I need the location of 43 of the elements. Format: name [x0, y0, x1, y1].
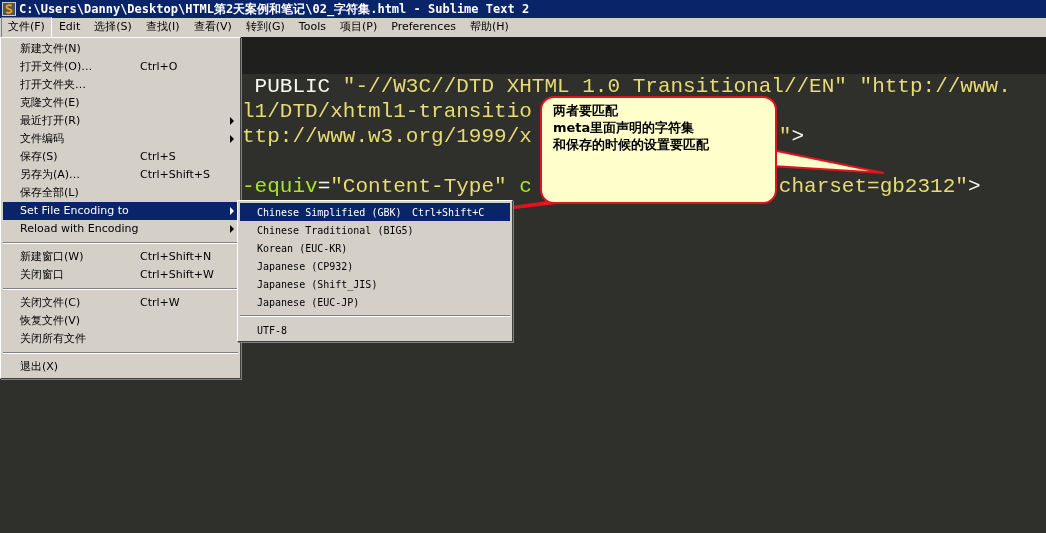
code-text: ttp://www.w3.org/1999/x: [242, 125, 532, 148]
window-title: C:\Users\Danny\Desktop\HTML第2天案例和笔记\02_字符集.html - Sublime Text 2: [19, 1, 530, 18]
menu-item[interactable]: Japanese (CP932): [240, 257, 510, 275]
menu-item[interactable]: 保存全部(L): [3, 184, 238, 202]
menu-item[interactable]: Korean (EUC-KR): [240, 239, 510, 257]
menu-item[interactable]: 关闭所有文件: [3, 330, 238, 348]
menu-item[interactable]: 关闭窗口 Ctrl+Shift+W: [3, 266, 238, 284]
menu-item[interactable]: 关闭文件(C) Ctrl+W: [3, 294, 238, 312]
menu-item[interactable]: 新建文件(N): [3, 40, 238, 58]
code-text: PUBLIC "-//W3C//DTD XHTML 1.0 Transitional//EN" "http://www.: [253, 74, 1011, 99]
menu-item[interactable]: 选择(S): [87, 17, 139, 38]
menu-item[interactable]: 帮助(H): [462, 17, 516, 38]
menu-item[interactable]: 项目(P): [332, 17, 385, 38]
callout-text: 两者要匹配: [553, 102, 619, 119]
app-icon: [2, 2, 16, 16]
menu-item[interactable]: Chinese Traditional (BIG5): [240, 221, 510, 239]
menu-item[interactable]: 文件编码: [3, 130, 238, 148]
menu-item[interactable]: 克隆文件(E): [3, 94, 238, 112]
menu-item[interactable]: 打开文件(O)… Ctrl+O: [3, 58, 238, 76]
menu-item[interactable]: Preferences: [384, 17, 463, 38]
menu-item[interactable]: Japanese (EUC-JP): [240, 293, 510, 311]
menu-item[interactable]: 转到(G): [238, 17, 292, 38]
code-text: ">: [778, 124, 805, 149]
callout-text: 和保存的时候的设置要匹配: [553, 136, 709, 153]
code-text: l1/DTD/xhtml1-transitio: [242, 99, 532, 124]
menu-item[interactable]: Set File Encoding to: [3, 202, 238, 220]
menu-item[interactable]: Japanese (Shift_JIS): [240, 275, 510, 293]
menu-item[interactable]: 最近打开(R): [3, 112, 238, 130]
menu-item[interactable]: 恢复文件(V): [3, 312, 238, 330]
menu-item[interactable]: 另存为(A)… Ctrl+Shift+S: [3, 166, 238, 184]
menu-item[interactable]: 新建窗口(W) Ctrl+Shift+N: [3, 248, 238, 266]
menu-item[interactable]: UTF-8: [240, 321, 510, 339]
menu-item[interactable]: Edit: [51, 17, 88, 38]
code-text: -equiv="Content-Type" c: [242, 175, 532, 198]
menu-item[interactable]: 打开文件夹…: [3, 76, 238, 94]
menu-item[interactable]: Chinese Simplified (GBK) Ctrl+Shift+C: [240, 203, 510, 221]
menu-item[interactable]: 查看(V): [186, 17, 239, 38]
menu-item[interactable]: 退出(X): [3, 358, 238, 376]
menu-item[interactable]: Tools: [291, 17, 333, 38]
callout-text: meta里面声明的字符集: [553, 119, 696, 136]
menu-item[interactable]: 查找(I): [138, 17, 187, 38]
menu-item[interactable]: 保存(S) Ctrl+S: [3, 148, 238, 166]
code-text: charset=gb2312">: [778, 174, 981, 199]
